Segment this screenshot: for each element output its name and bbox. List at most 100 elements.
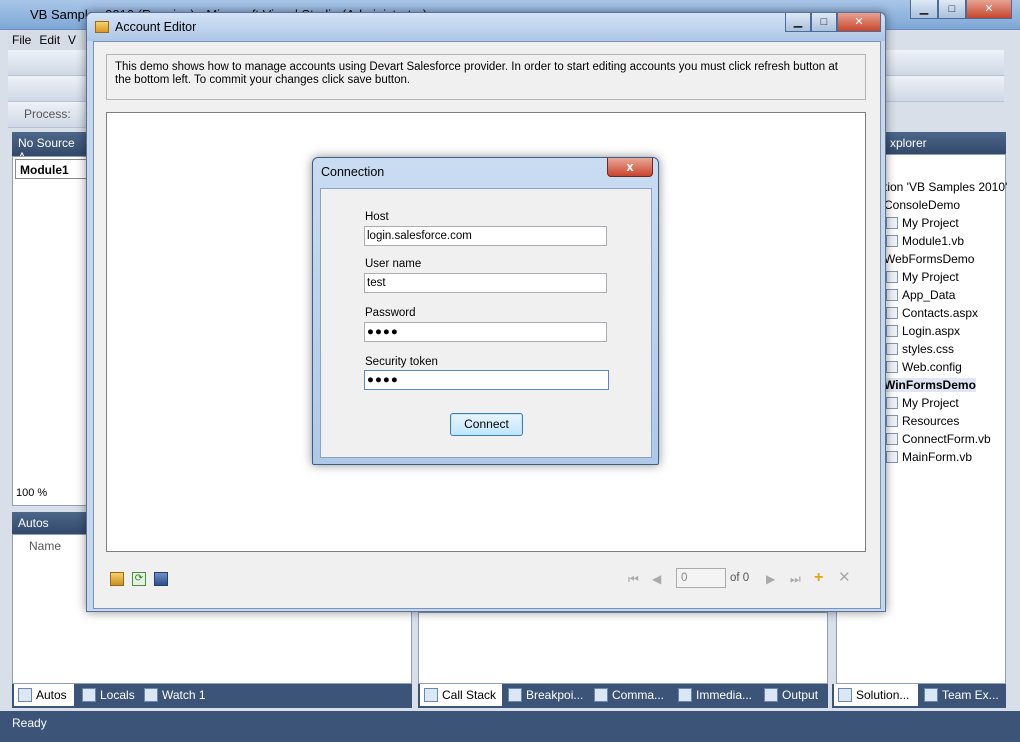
move-next-icon[interactable]: ▶ (766, 572, 780, 586)
host-input[interactable]: login.salesforce.com (364, 226, 607, 246)
autos-name-column[interactable]: Name (25, 537, 95, 555)
editor-maximize-button[interactable]: □ (811, 13, 837, 32)
move-previous-icon[interactable]: ◀ (652, 572, 666, 586)
connect-button[interactable]: Connect (450, 413, 523, 436)
connection-close-button[interactable]: x (607, 158, 653, 177)
solution-item[interactable]: My Project (884, 216, 959, 230)
tab-breakpoints[interactable]: Breakpoi... (504, 684, 590, 706)
solution-item[interactable]: tion 'VB Samples 2010' (884, 180, 1007, 194)
doc-tab-module1[interactable]: Module1 (15, 159, 87, 179)
solution-item[interactable]: Login.aspx (884, 324, 960, 338)
tab-solution-explorer[interactable]: Solution... (834, 684, 918, 706)
move-first-icon[interactable]: ⏮ (628, 572, 642, 586)
host-label: Host (365, 211, 389, 223)
bottom-tabs-solution: Solution... Team Ex... (832, 684, 1006, 708)
tab-output[interactable]: Output (760, 684, 826, 706)
file-icon (886, 271, 898, 283)
status-bar: Ready (0, 711, 1020, 742)
editor-window-buttons: ▁ □ ✕ (785, 13, 881, 32)
editor-minimize-button[interactable]: ▁ (785, 13, 811, 32)
menu-file[interactable]: File (12, 33, 31, 47)
no-source-header: No Source A (12, 132, 88, 164)
file-icon (886, 307, 898, 319)
locals-icon (82, 688, 96, 702)
solution-item[interactable]: Module1.vb (884, 234, 964, 248)
connection-client: Host login.salesforce.com User name test… (320, 188, 652, 458)
autos-icon (18, 688, 32, 702)
solution-icon (838, 688, 852, 702)
solution-item[interactable]: WinFormsDemo (884, 378, 976, 392)
account-editor-title: Account Editor (115, 20, 197, 34)
file-icon (886, 451, 898, 463)
solution-item[interactable]: MainForm.vb (884, 450, 972, 464)
vs-window-buttons: ▁ □ ✕ (910, 0, 1012, 20)
refresh-icon[interactable]: ⟳ (132, 572, 146, 586)
file-icon (886, 217, 898, 229)
maximize-button[interactable]: □ (938, 0, 966, 19)
solution-item[interactable]: styles.css (884, 342, 954, 356)
bottom-tabs-right: Call Stack Breakpoi... Comma... Immedia.… (418, 684, 828, 708)
tab-watch1[interactable]: Watch 1 (140, 684, 220, 706)
count-label: of 0 (730, 572, 750, 584)
code-editor[interactable]: Module1 100 % (12, 156, 88, 506)
info-panel: This demo shows how to manage accounts u… (106, 54, 866, 100)
connection-dialog: Connection x Host login.salesforce.com U… (312, 157, 659, 465)
account-editor-title-bar: Account Editor ▁ □ ✕ (87, 13, 885, 41)
position-input[interactable]: 0 (676, 568, 726, 588)
security-token-label: Security token (365, 356, 438, 368)
command-icon (594, 688, 608, 702)
vs-menu-bar: File Edit V (8, 30, 88, 50)
move-last-icon[interactable]: ⏭ (790, 572, 804, 586)
save-icon[interactable] (154, 572, 168, 586)
call-stack-icon (424, 688, 438, 702)
solution-item[interactable]: WebFormsDemo (884, 252, 974, 266)
solution-explorer-header: xplorer (884, 132, 1006, 154)
process-label: Process: (24, 107, 71, 121)
tab-autos[interactable]: Autos (14, 684, 74, 706)
breakpoint-icon (508, 688, 522, 702)
solution-item[interactable]: My Project (884, 270, 959, 284)
vs-toolbar-left-2 (8, 76, 90, 102)
tab-team-explorer[interactable]: Team Ex... (920, 684, 1004, 706)
editor-close-button[interactable]: ✕ (837, 13, 881, 32)
connection-title: Connection (321, 165, 385, 179)
close-button[interactable]: ✕ (966, 0, 1012, 19)
vs-toolbar-left (8, 50, 90, 76)
zoom-selector[interactable]: 100 % (16, 487, 47, 499)
status-text: Ready (12, 716, 47, 730)
user-name-label: User name (365, 258, 422, 270)
file-icon (886, 325, 898, 337)
autos-header: Autos (12, 512, 88, 534)
delete-icon[interactable]: ✕ (838, 570, 852, 586)
database-icon[interactable] (110, 572, 124, 586)
solution-item[interactable]: App_Data (884, 288, 955, 302)
solution-item[interactable]: Contacts.aspx (884, 306, 978, 320)
immediate-icon (678, 688, 692, 702)
file-icon (886, 397, 898, 409)
tab-immediate[interactable]: Immedia... (674, 684, 760, 706)
menu-edit[interactable]: Edit (39, 33, 60, 47)
solution-item[interactable]: ConnectForm.vb (884, 432, 991, 446)
process-bar: Process: (8, 102, 90, 128)
menu-view[interactable]: V (68, 33, 76, 47)
tab-call-stack[interactable]: Call Stack (420, 684, 502, 706)
tab-locals[interactable]: Locals (78, 684, 138, 706)
minimize-button[interactable]: ▁ (910, 0, 938, 19)
file-icon (886, 235, 898, 247)
tab-command[interactable]: Comma... (590, 684, 674, 706)
password-label: Password (365, 307, 416, 319)
app-icon (95, 21, 109, 33)
solution-item[interactable]: Resources (884, 414, 959, 428)
bottom-tabs-left: Autos Locals Watch 1 (12, 684, 412, 708)
password-input[interactable]: ●●●● (364, 322, 607, 342)
add-new-icon[interactable]: + (814, 570, 828, 586)
security-token-input[interactable]: ●●●● (364, 370, 609, 390)
solution-item[interactable]: ConsoleDemo (884, 198, 960, 212)
vs-toolbar-right (884, 50, 1004, 76)
output-icon (764, 688, 778, 702)
solution-item[interactable]: Web.config (884, 360, 962, 374)
user-name-input[interactable]: test (364, 273, 607, 293)
team-icon (924, 688, 938, 702)
file-icon (886, 433, 898, 445)
solution-item[interactable]: My Project (884, 396, 959, 410)
